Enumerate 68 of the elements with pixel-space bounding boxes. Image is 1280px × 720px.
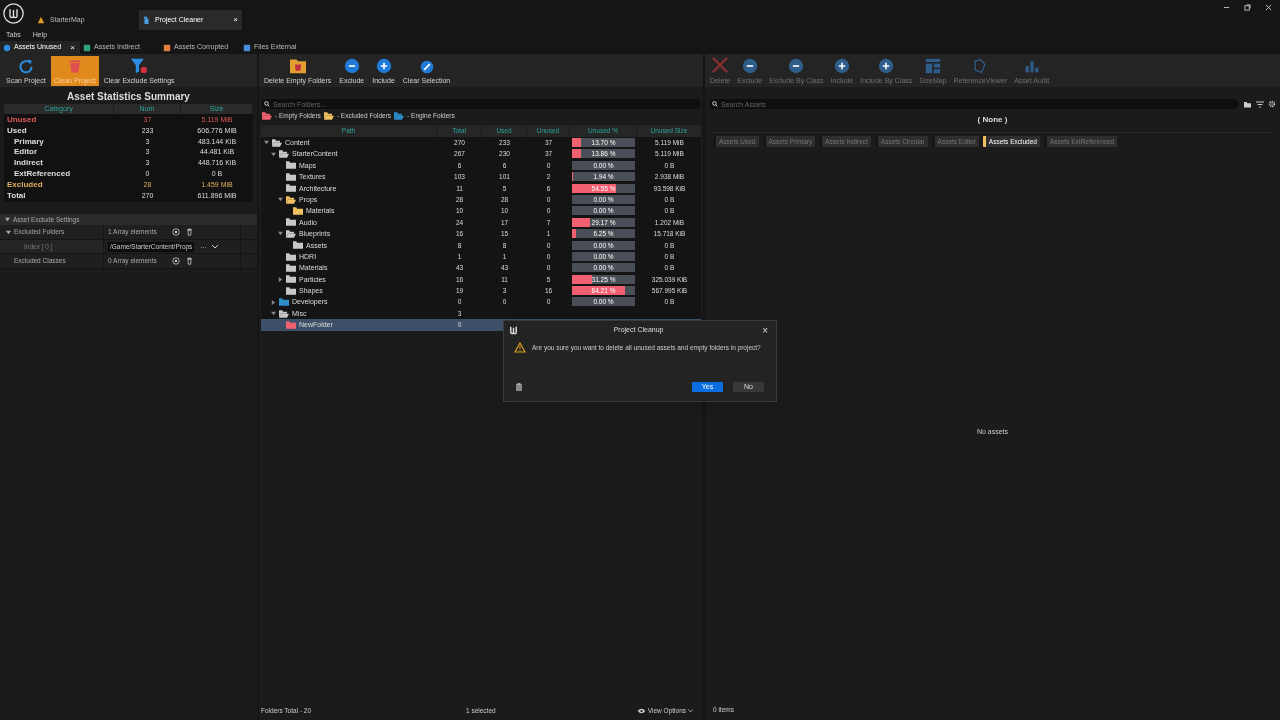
dropdown-icon bbox=[688, 709, 693, 713]
logo-icon bbox=[508, 324, 519, 336]
folder-icon bbox=[279, 150, 289, 159]
folder-icon bbox=[286, 229, 296, 238]
filter-icon[interactable] bbox=[1256, 100, 1264, 108]
search-icon bbox=[712, 101, 718, 107]
trash-icon[interactable] bbox=[186, 228, 193, 237]
close-button[interactable]: × bbox=[70, 41, 75, 54]
eye-icon bbox=[636, 708, 646, 714]
folder-icon bbox=[279, 309, 289, 318]
close-button[interactable]: × bbox=[233, 14, 238, 26]
collapsed-arrow-icon[interactable] bbox=[278, 276, 283, 282]
folder-icon bbox=[272, 138, 282, 147]
trash-icon bbox=[66, 58, 83, 74]
path-label: ( None ) bbox=[976, 114, 1009, 126]
tab-icon bbox=[163, 43, 171, 52]
folder-icon bbox=[323, 112, 334, 120]
category-label: Total bbox=[6, 190, 27, 202]
expanded-arrow-icon[interactable] bbox=[278, 197, 283, 203]
clipboard-icon[interactable] bbox=[516, 383, 522, 391]
refresh-icon bbox=[17, 58, 34, 74]
settings-icon[interactable] bbox=[1268, 100, 1276, 108]
tab-icon bbox=[3, 43, 11, 52]
minus-circle-icon bbox=[788, 58, 805, 74]
category-label: Primary bbox=[13, 136, 45, 148]
minus-circle-icon bbox=[741, 58, 758, 74]
expanded-arrow-icon[interactable] bbox=[271, 311, 276, 317]
category-label: Excluded bbox=[6, 179, 44, 191]
plus-circle-icon bbox=[878, 58, 895, 74]
category-label: Used bbox=[6, 125, 28, 137]
logo-icon bbox=[3, 3, 24, 24]
level-icon bbox=[37, 16, 45, 24]
folder-delete-icon bbox=[288, 58, 307, 74]
category-label: Editor bbox=[13, 147, 39, 159]
close-icon bbox=[711, 56, 730, 74]
folder-icon[interactable] bbox=[1243, 100, 1252, 108]
folder-icon bbox=[262, 112, 272, 120]
category-label: ExtReferenced bbox=[13, 169, 72, 180]
close-icon[interactable] bbox=[1265, 4, 1272, 11]
minus-circle-icon bbox=[343, 58, 360, 74]
close-button[interactable]: × bbox=[758, 322, 772, 338]
expanded-arrow-icon[interactable] bbox=[271, 151, 276, 157]
tab-icon bbox=[243, 43, 251, 52]
dropdown-icon[interactable] bbox=[212, 244, 219, 249]
folder-icon bbox=[286, 320, 296, 329]
category-label: Indirect bbox=[13, 158, 44, 169]
category-label: Unused bbox=[6, 115, 38, 126]
collapsed-arrow-icon[interactable] bbox=[271, 299, 276, 305]
minimize-icon[interactable] bbox=[1223, 4, 1230, 11]
plus-circle-icon bbox=[833, 58, 850, 74]
expanded-arrow-icon[interactable] bbox=[264, 140, 269, 146]
warning-icon bbox=[514, 342, 526, 353]
folder-icon bbox=[394, 112, 405, 120]
add-icon[interactable] bbox=[172, 228, 180, 237]
expanded-arrow-icon[interactable] bbox=[278, 231, 283, 237]
cleaner-icon bbox=[143, 16, 150, 24]
filter-icon bbox=[130, 58, 149, 74]
folder-icon bbox=[286, 195, 296, 204]
plus-circle-icon bbox=[375, 58, 392, 74]
summary-title: Asset Statistics Summary bbox=[66, 90, 191, 104]
search-icon bbox=[264, 101, 270, 107]
add-icon[interactable] bbox=[172, 257, 180, 266]
clear-icon bbox=[419, 60, 434, 74]
bar-chart-icon bbox=[1023, 58, 1040, 74]
trash-icon[interactable] bbox=[186, 257, 193, 266]
grid-icon bbox=[924, 58, 941, 74]
tab-icon bbox=[83, 43, 91, 52]
restore-icon[interactable] bbox=[1244, 4, 1251, 11]
